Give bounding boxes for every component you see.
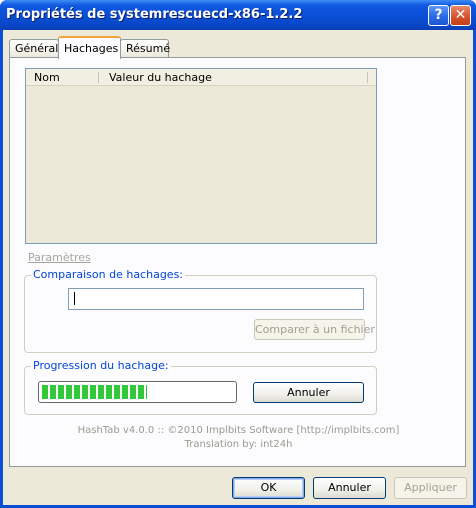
button-label: Annuler: [287, 386, 330, 399]
tab-label: Général: [15, 42, 59, 55]
tab-general[interactable]: Général: [9, 39, 59, 58]
help-icon: ?: [434, 7, 443, 23]
button-label: OK: [260, 481, 277, 494]
close-icon: ✕: [454, 7, 467, 23]
parametres-link[interactable]: Paramètres: [28, 251, 91, 264]
progress-group: Progression du hachage: Annuler: [24, 359, 377, 415]
compare-group-label: Comparaison de hachages:: [31, 268, 186, 281]
dialog-client-area: Général Hachages Résumé Nom Valeur du ha…: [3, 30, 473, 505]
hash-progress-bar: [38, 381, 237, 403]
help-button[interactable]: ?: [428, 5, 449, 26]
close-button[interactable]: ✕: [450, 5, 471, 26]
compare-file-button[interactable]: Comparer à un fichier: [254, 319, 375, 340]
tab-label: Hachages: [64, 42, 119, 55]
about-line-2: Translation by: int24h: [184, 439, 293, 450]
progress-track: [42, 385, 233, 399]
hash-compare-input[interactable]: [68, 288, 364, 310]
button-label: Appliquer: [404, 481, 457, 494]
tab-resume[interactable]: Résumé: [120, 39, 171, 58]
column-separator[interactable]: [98, 72, 99, 83]
text-caret: [74, 292, 75, 305]
hachages-tab-page: Nom Valeur du hachage Paramètres Compara…: [9, 57, 466, 467]
title-bar[interactable]: Propriétés de systemrescuecd-x86-1.2.2 ?…: [0, 0, 476, 30]
tab-hachages[interactable]: Hachages: [58, 36, 121, 59]
column-header-valeur[interactable]: Valeur du hachage: [103, 69, 363, 86]
hash-list[interactable]: Nom Valeur du hachage: [25, 68, 377, 244]
progress-fill: [42, 385, 147, 399]
cancel-button[interactable]: Annuler: [313, 477, 386, 499]
progress-group-label: Progression du hachage:: [31, 359, 171, 372]
column-header-nom[interactable]: Nom: [28, 69, 98, 86]
hash-list-header: Nom Valeur du hachage: [26, 69, 376, 86]
properties-window: Propriétés de systemrescuecd-x86-1.2.2 ?…: [0, 0, 476, 508]
button-label: Annuler: [328, 481, 371, 494]
ok-button[interactable]: OK: [232, 477, 305, 499]
button-label: Comparer à un fichier: [255, 323, 375, 336]
compare-group: Comparaison de hachages: Comparer à un f…: [24, 268, 377, 353]
apply-button[interactable]: Appliquer: [394, 477, 467, 499]
cancel-hash-button[interactable]: Annuler: [253, 382, 364, 403]
window-title: Propriétés de systemrescuecd-x86-1.2.2: [6, 7, 303, 22]
about-line-1: HashTab v4.0.0 :: ©2010 Implbits Softwar…: [77, 425, 400, 436]
tab-label: Résumé: [126, 42, 171, 55]
column-separator[interactable]: [367, 72, 368, 83]
